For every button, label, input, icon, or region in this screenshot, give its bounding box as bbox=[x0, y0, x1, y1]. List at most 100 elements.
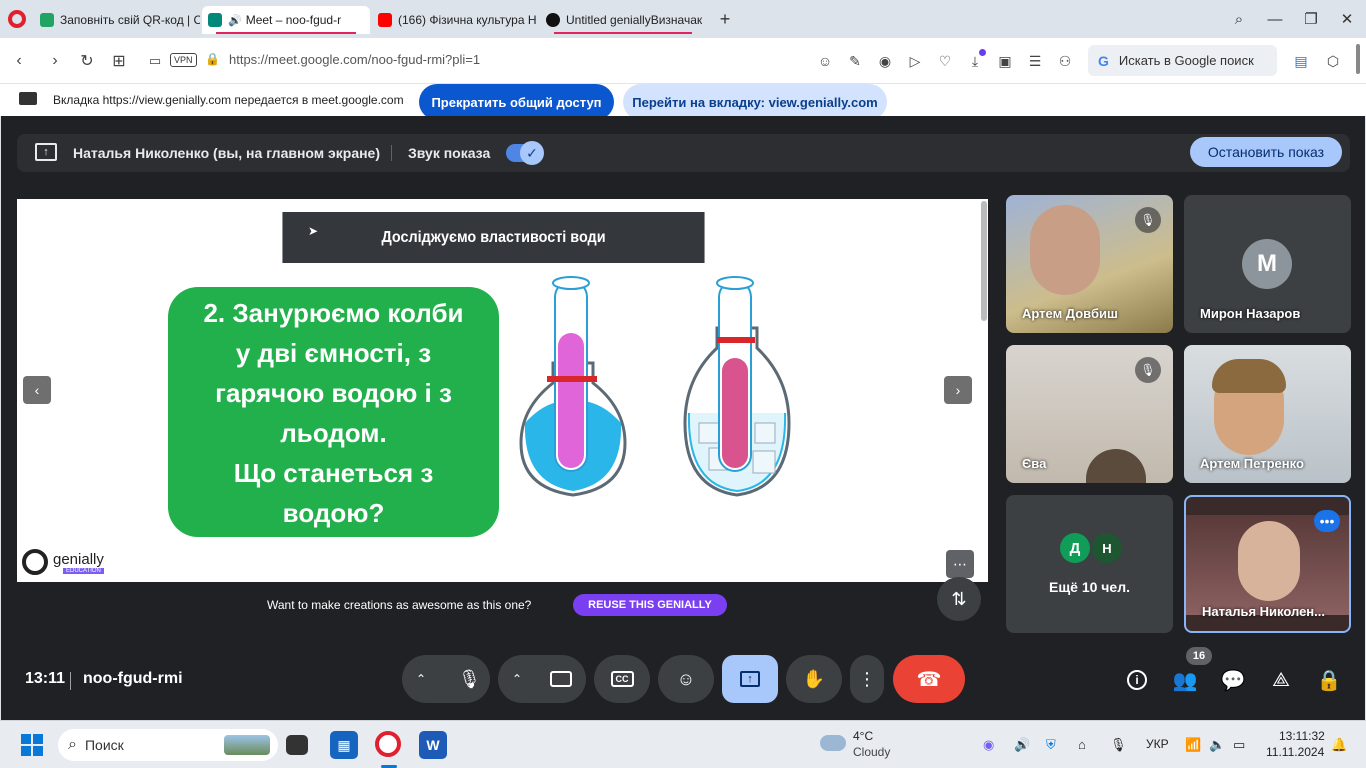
url-field[interactable]: https://meet.google.com/noo-fgud-rmi?pli… bbox=[229, 52, 480, 67]
opera-taskbar-icon[interactable] bbox=[375, 731, 401, 757]
reuse-genially-button[interactable]: REUSE THIS GENIALLY bbox=[573, 594, 727, 616]
security-icon[interactable]: ⛨ bbox=[1046, 737, 1056, 753]
chat-icon[interactable]: 💬 bbox=[1218, 665, 1248, 695]
browser-tab-bar: Заповніть свій QR-код | С 🔊 Meet – noo-f… bbox=[0, 0, 1366, 38]
leave-call-button[interactable]: ☎ bbox=[893, 655, 965, 703]
captions-button[interactable]: CC bbox=[594, 655, 650, 703]
taskbar-search[interactable]: ⌕ Поиск bbox=[58, 729, 278, 761]
slide-prev-button[interactable]: ‹ bbox=[23, 376, 51, 404]
captions-icon: CC bbox=[610, 671, 634, 687]
tab-genially[interactable]: Untitled geniallyВизначак bbox=[540, 6, 706, 34]
google-icon: G bbox=[1098, 52, 1109, 69]
slide-title: Досліджуємо властивості води bbox=[282, 212, 705, 263]
present-icon: ↑ bbox=[740, 671, 760, 687]
close-icon[interactable]: ✕ bbox=[1335, 8, 1359, 30]
host-controls-icon[interactable]: 🔒 bbox=[1314, 665, 1344, 695]
snapshot-icon[interactable]: ◉ bbox=[875, 51, 895, 71]
camera-icon[interactable] bbox=[550, 671, 572, 687]
present-icon: ↑ bbox=[35, 143, 57, 161]
genially-logo-icon bbox=[22, 549, 48, 575]
edit-icon[interactable]: ✎ bbox=[845, 51, 865, 71]
slide-scrollbar[interactable] bbox=[981, 201, 987, 321]
more-options-icon[interactable]: ••• bbox=[1314, 510, 1340, 532]
maximize-icon[interactable]: ❐ bbox=[1299, 8, 1323, 30]
heart-icon[interactable]: ♡ bbox=[935, 51, 955, 71]
self-tile[interactable]: ••• Наталья Николен... bbox=[1184, 495, 1351, 633]
language-indicator[interactable]: УКР bbox=[1146, 737, 1169, 751]
forward-icon[interactable]: › bbox=[44, 50, 66, 72]
minimize-icon[interactable]: — bbox=[1263, 8, 1287, 30]
notification-dot bbox=[979, 49, 986, 56]
more-options-button[interactable]: ⋮ bbox=[850, 655, 884, 703]
chevron-up-icon[interactable]: ⌃ bbox=[416, 672, 426, 686]
tab-youtube[interactable]: (166) Фізична культура Н bbox=[372, 6, 538, 34]
tab-meet[interactable]: 🔊 Meet – noo-fgud-r bbox=[202, 6, 370, 34]
info-icon[interactable]: i bbox=[1122, 665, 1152, 695]
store-icon[interactable]: ▦ bbox=[330, 731, 358, 759]
flow-icon[interactable]: ▷ bbox=[905, 51, 925, 71]
opera-icon[interactable] bbox=[8, 10, 26, 28]
slide-line: гарячою водою і з bbox=[215, 378, 452, 408]
easy-setup-icon[interactable]: ☰ bbox=[1025, 51, 1045, 71]
slide-more-icon[interactable]: ⋯ bbox=[946, 550, 974, 578]
speaker-icon[interactable]: 🔈 bbox=[1209, 737, 1225, 753]
participant-face bbox=[1238, 521, 1300, 601]
viber-icon[interactable]: ◉ bbox=[983, 737, 994, 753]
presenting-bar: ↑ Наталья Николенко (вы, на главном экра… bbox=[17, 134, 1350, 172]
reload-icon[interactable]: ↻ bbox=[76, 50, 98, 72]
activities-icon[interactable]: ⟁ bbox=[1266, 665, 1296, 695]
profile-icon[interactable]: ⚇ bbox=[1055, 51, 1075, 71]
stop-sharing-button[interactable]: Прекратить общий доступ bbox=[419, 84, 614, 120]
tabs-grid-icon[interactable]: ⊞ bbox=[108, 50, 130, 72]
participant-tile[interactable]: M Мирон Назаров bbox=[1184, 195, 1351, 333]
swap-layout-icon[interactable]: ⇅ bbox=[937, 577, 981, 621]
word-icon[interactable]: W bbox=[419, 731, 447, 759]
camera-icon[interactable]: ▭ bbox=[144, 50, 166, 72]
usb-icon[interactable]: ⌂ bbox=[1078, 737, 1086, 752]
search-tabs-icon[interactable]: ⌕ bbox=[1227, 8, 1251, 30]
share-sound-toggle[interactable]: ✓ bbox=[506, 141, 544, 165]
info-glyph: i bbox=[1127, 670, 1147, 690]
chevron-up-icon[interactable]: ⌃ bbox=[512, 672, 522, 686]
mic-control-group: ⌃ 🎙 bbox=[402, 655, 490, 703]
participant-name: Артем Довбиш bbox=[1022, 306, 1118, 321]
emoji-icon[interactable]: ☺ bbox=[815, 51, 835, 71]
mic-tray-icon[interactable]: 🎙 bbox=[1110, 737, 1127, 753]
participant-tile[interactable]: Артем Петренко bbox=[1184, 345, 1351, 483]
back-icon[interactable]: ‹ bbox=[8, 50, 30, 72]
clock-time[interactable]: 13:11:32 bbox=[1279, 729, 1325, 743]
people-icon[interactable]: 👥 bbox=[1170, 665, 1200, 695]
go-to-tab-button[interactable]: Перейти на вкладку: view.genially.com bbox=[623, 84, 887, 120]
more-participants-tile[interactable]: Д Н Ещё 10 чел. bbox=[1006, 495, 1173, 633]
present-button[interactable]: ↑ bbox=[722, 655, 778, 703]
new-tab-button[interactable]: + bbox=[713, 8, 737, 30]
battery-icon[interactable]: ▭ bbox=[1233, 737, 1245, 753]
task-view-icon[interactable] bbox=[286, 735, 308, 755]
emoji-button[interactable]: ☺ bbox=[658, 655, 714, 703]
participant-tile[interactable]: 🎙 Єва bbox=[1006, 345, 1173, 483]
weather-desc: Cloudy bbox=[853, 745, 891, 759]
lock-icon: 🔒 bbox=[205, 52, 220, 66]
clock-date[interactable]: 11.11.2024 bbox=[1266, 745, 1324, 759]
raise-hand-button[interactable]: ✋ bbox=[786, 655, 842, 703]
cursor-icon: ➤ bbox=[308, 224, 319, 238]
google-search-field[interactable]: G Искать в Google поиск bbox=[1088, 45, 1277, 76]
promo-text: Want to make creations as awesome as thi… bbox=[267, 598, 532, 612]
presenter-label: Наталья Николенко (вы, на главном экране… bbox=[73, 145, 381, 161]
volume-tray-icon[interactable]: 🔊 bbox=[1014, 737, 1030, 753]
stop-presenting-button[interactable]: Остановить показ bbox=[1190, 137, 1342, 167]
sidebar-icon[interactable]: ▤ bbox=[1291, 51, 1311, 71]
participant-tile[interactable]: 🎙 Артем Довбиш bbox=[1006, 195, 1173, 333]
vpn-badge[interactable]: VPN bbox=[170, 53, 197, 67]
tab-qr[interactable]: Заповніть свій QR-код | С bbox=[34, 6, 200, 34]
wifi-icon[interactable]: 📶 bbox=[1185, 737, 1201, 753]
slide-line: водою? bbox=[282, 498, 385, 528]
battery-saver-icon[interactable]: ▣ bbox=[995, 51, 1015, 71]
windows-start-icon[interactable] bbox=[21, 734, 43, 756]
slide-next-button[interactable]: › bbox=[944, 376, 972, 404]
extensions-icon[interactable]: ⬡ bbox=[1323, 51, 1343, 71]
mic-icon[interactable]: 🎙 bbox=[458, 669, 481, 690]
notifications-icon[interactable]: 🔔 bbox=[1331, 737, 1347, 753]
tab-label: Заповніть свій QR-код | С bbox=[60, 13, 200, 27]
page-scrollbar[interactable] bbox=[1356, 44, 1360, 74]
